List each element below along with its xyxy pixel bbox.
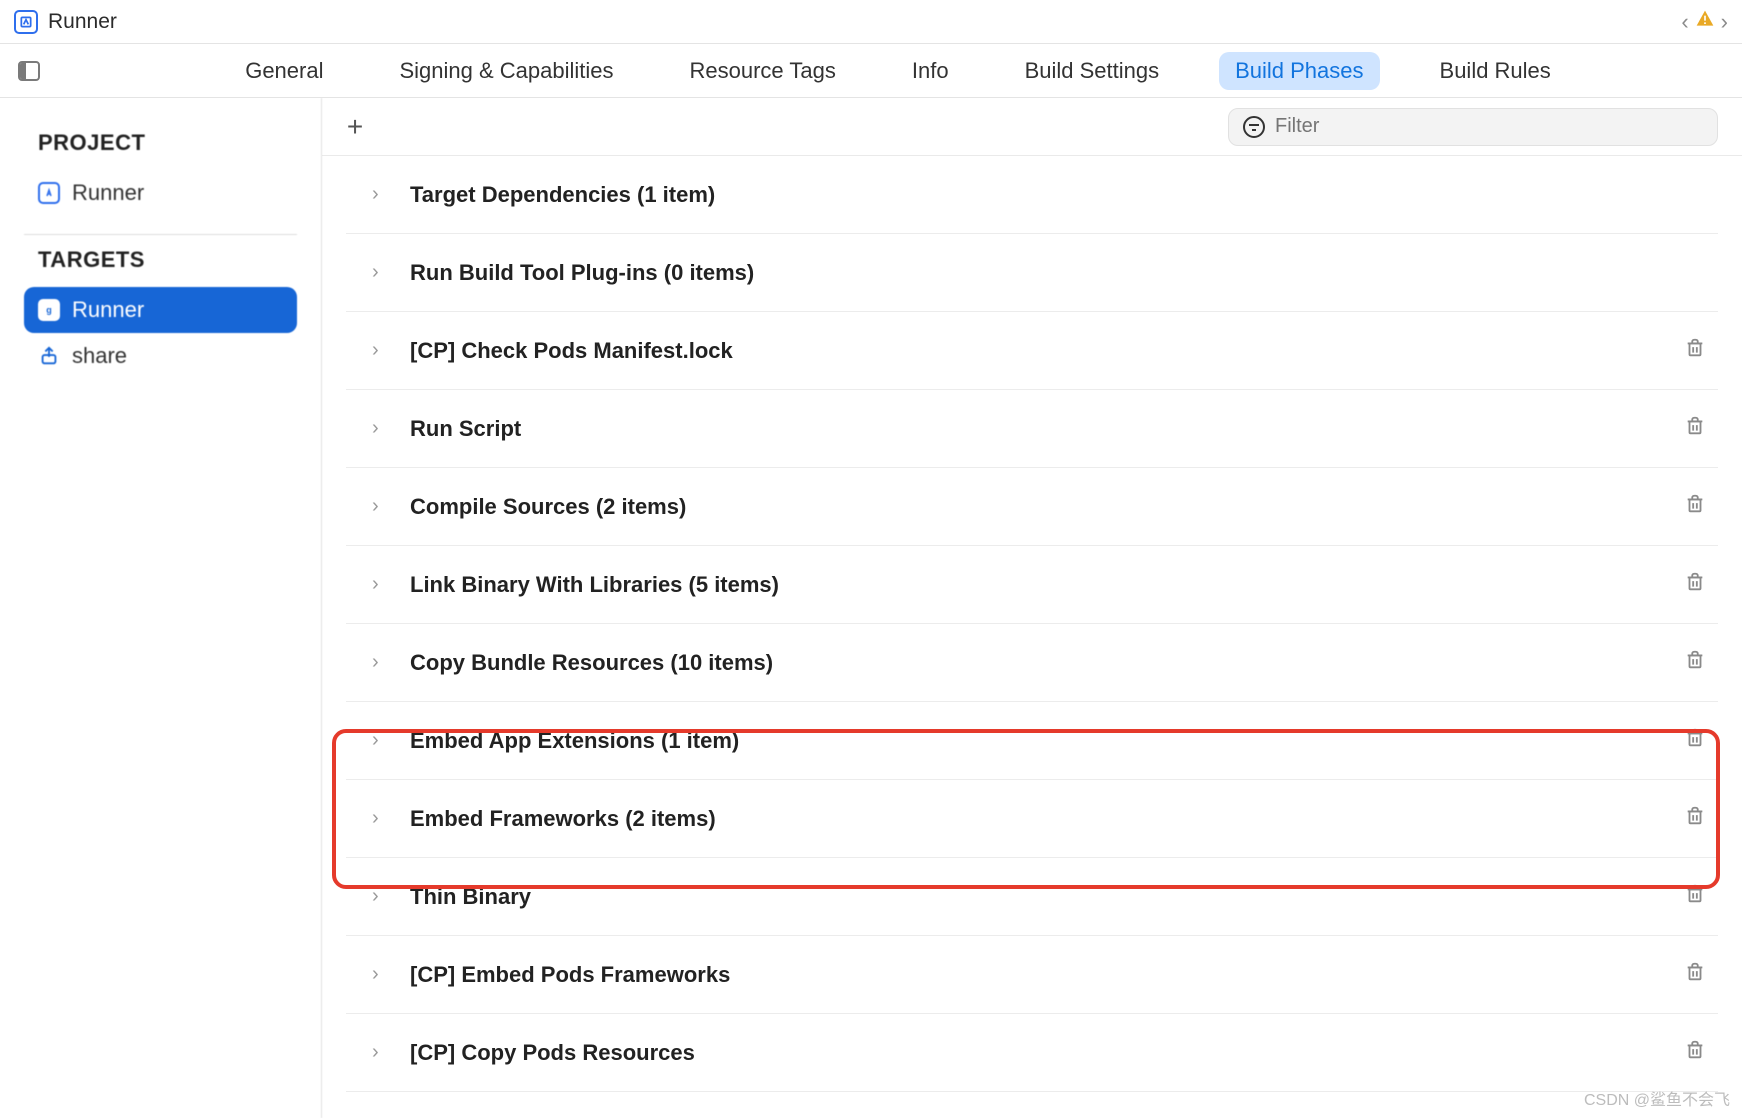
disclosure-chevron-icon[interactable]: › <box>372 807 392 830</box>
disclosure-chevron-icon[interactable]: › <box>372 573 392 596</box>
tab-resource-tags[interactable]: Resource Tags <box>674 52 852 90</box>
sidebar-divider <box>24 234 297 235</box>
titlebar: Runner ‹ › <box>0 0 1742 44</box>
tab-signing[interactable]: Signing & Capabilities <box>383 52 629 90</box>
phase-title: Link Binary With Libraries (5 items) <box>410 572 1684 598</box>
phase-title: Embed Frameworks (2 items) <box>410 806 1684 832</box>
disclosure-chevron-icon[interactable]: › <box>372 885 392 908</box>
sidebar-item-target-runner[interactable]: g Runner <box>24 287 297 333</box>
titlebar-right: ‹ › <box>1681 9 1728 35</box>
disclosure-chevron-icon[interactable]: › <box>372 651 392 674</box>
sidebar-heading-project: PROJECT <box>38 130 297 156</box>
window-title: Runner <box>48 10 117 34</box>
titlebar-left: Runner <box>14 10 117 34</box>
disclosure-chevron-icon[interactable]: › <box>372 1041 392 1064</box>
panel-toggle-slot <box>0 61 54 81</box>
share-extension-icon <box>38 345 60 367</box>
warning-icon[interactable] <box>1695 9 1715 35</box>
phase-title: Run Build Tool Plug-ins (0 items) <box>410 260 1684 286</box>
add-phase-button[interactable]: + <box>340 111 370 143</box>
build-phase-row[interactable]: › Copy Bundle Resources (10 items) <box>346 624 1718 702</box>
main-pane: + › Target Dependencies (1 item) › Run Buil… <box>322 98 1742 1118</box>
delete-phase-button[interactable] <box>1684 727 1710 755</box>
sidebar-item-project-runner[interactable]: Runner <box>24 170 297 216</box>
phase-title: [CP] Check Pods Manifest.lock <box>410 338 1684 364</box>
build-phase-row[interactable]: › Run Build Tool Plug-ins (0 items) <box>346 234 1718 312</box>
delete-phase-button[interactable] <box>1684 649 1710 677</box>
disclosure-chevron-icon[interactable]: › <box>372 729 392 752</box>
build-phase-row[interactable]: › [CP] Embed Pods Frameworks <box>346 936 1718 1014</box>
delete-phase-button[interactable] <box>1684 571 1710 599</box>
delete-phase-button[interactable] <box>1684 415 1710 443</box>
delete-phase-button[interactable] <box>1684 961 1710 989</box>
watermark: CSDN @鲨鱼不会飞 <box>1584 1086 1730 1110</box>
build-phase-row[interactable]: › Embed App Extensions (1 item) <box>346 702 1718 780</box>
tab-build-phases[interactable]: Build Phases <box>1219 52 1379 90</box>
build-phase-row[interactable]: › [CP] Check Pods Manifest.lock <box>346 312 1718 390</box>
tab-build-rules[interactable]: Build Rules <box>1424 52 1567 90</box>
disclosure-chevron-icon[interactable]: › <box>372 963 392 986</box>
tab-row: General Signing & Capabilities Resource … <box>0 44 1742 98</box>
tab-info[interactable]: Info <box>896 52 965 90</box>
filter-input[interactable] <box>1275 115 1703 138</box>
phase-title: Target Dependencies (1 item) <box>410 182 1684 208</box>
build-phase-row[interactable]: › Compile Sources (2 items) <box>346 468 1718 546</box>
phase-toolbar: + <box>322 98 1742 156</box>
sidebar-item-label: Runner <box>72 297 144 323</box>
phase-title: Embed App Extensions (1 item) <box>410 728 1684 754</box>
disclosure-chevron-icon[interactable]: › <box>372 261 392 284</box>
delete-phase-button[interactable] <box>1684 883 1710 911</box>
filter-box[interactable] <box>1228 108 1718 146</box>
body: PROJECT Runner TARGETS g Runner share + <box>0 98 1742 1118</box>
delete-phase-button[interactable] <box>1684 493 1710 521</box>
delete-phase-button[interactable] <box>1684 805 1710 833</box>
delete-phase-button[interactable] <box>1684 1039 1710 1067</box>
sidebar-toggle-icon[interactable] <box>18 61 40 81</box>
tab-general[interactable]: General <box>229 52 339 90</box>
editor-tabs: General Signing & Capabilities Resource … <box>54 52 1742 90</box>
sidebar: PROJECT Runner TARGETS g Runner share <box>0 98 322 1118</box>
build-phase-row[interactable]: › Link Binary With Libraries (5 items) <box>346 546 1718 624</box>
app-target-icon: g <box>38 299 60 321</box>
phase-title: [CP] Embed Pods Frameworks <box>410 962 1684 988</box>
phase-title: Run Script <box>410 416 1684 442</box>
project-icon <box>38 182 60 204</box>
filter-icon <box>1243 116 1265 138</box>
tab-build-settings[interactable]: Build Settings <box>1009 52 1176 90</box>
sidebar-item-label: Runner <box>72 180 144 206</box>
disclosure-chevron-icon[interactable]: › <box>372 183 392 206</box>
build-phase-row[interactable]: › Thin Binary <box>346 858 1718 936</box>
delete-phase-button[interactable] <box>1684 337 1710 365</box>
build-phase-row[interactable]: › Embed Frameworks (2 items) <box>346 780 1718 858</box>
sidebar-item-label: share <box>72 343 127 369</box>
phase-title: [CP] Copy Pods Resources <box>410 1040 1684 1066</box>
disclosure-chevron-icon[interactable]: › <box>372 417 392 440</box>
sidebar-heading-targets: TARGETS <box>38 247 297 273</box>
sidebar-item-target-share[interactable]: share <box>24 333 297 379</box>
build-phase-row[interactable]: › Run Script <box>346 390 1718 468</box>
phase-title: Copy Bundle Resources (10 items) <box>410 650 1684 676</box>
nav-back-icon[interactable]: ‹ <box>1681 9 1688 35</box>
build-phase-list: › Target Dependencies (1 item) › Run Build … <box>322 156 1742 1118</box>
svg-text:g: g <box>46 305 52 315</box>
disclosure-chevron-icon[interactable]: › <box>372 495 392 518</box>
project-icon <box>14 10 38 34</box>
phase-title: Thin Binary <box>410 884 1684 910</box>
disclosure-chevron-icon[interactable]: › <box>372 339 392 362</box>
nav-forward-icon[interactable]: › <box>1721 9 1728 35</box>
build-phase-row[interactable]: › [CP] Copy Pods Resources <box>346 1014 1718 1092</box>
phase-title: Compile Sources (2 items) <box>410 494 1684 520</box>
build-phase-row[interactable]: › Target Dependencies (1 item) <box>346 156 1718 234</box>
